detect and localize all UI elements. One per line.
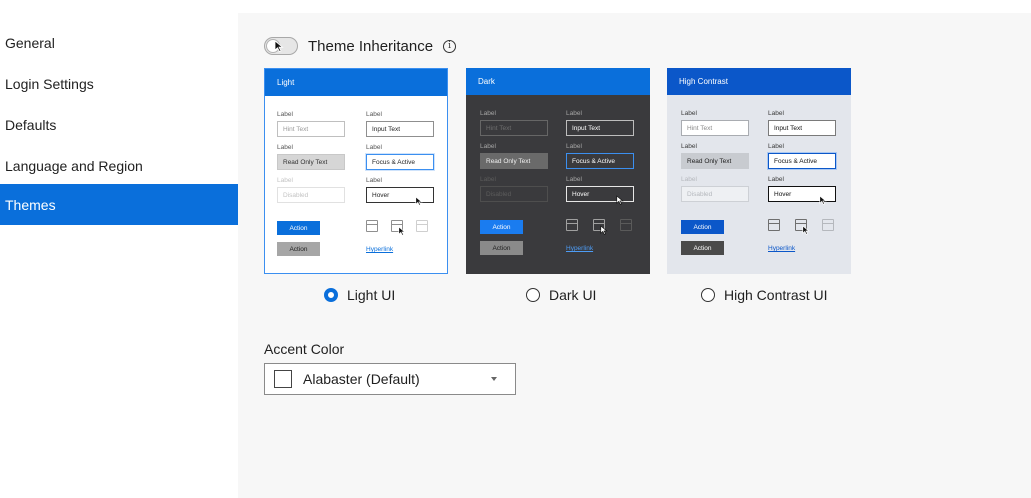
theme-preview: Label Label Hint Text Input Text Label L… (667, 95, 851, 274)
info-icon[interactable]: i (443, 39, 457, 53)
preview-input-field: Input Text (768, 120, 836, 136)
theme-option-dark[interactable]: Dark UI (526, 287, 596, 303)
preview-label: Label (681, 143, 697, 150)
themes-panel: Theme Inheritance i Light Label Label Hi… (238, 13, 1031, 498)
preview-disabled-field: Disabled (277, 187, 345, 203)
mouse-pointer-icon (819, 195, 827, 205)
card-title: High Contrast (667, 68, 851, 95)
preview-label: Label (681, 176, 697, 183)
preview-disabled-field: Disabled (681, 186, 749, 202)
theme-inheritance-row: Theme Inheritance i (264, 37, 457, 55)
preview-label: Label (768, 110, 784, 117)
preview-secondary-action: Action (681, 241, 724, 255)
theme-inheritance-toggle[interactable] (264, 37, 298, 55)
preview-hint-field: Hint Text (681, 120, 749, 136)
preview-focus-field: Focus & Active (366, 154, 434, 170)
sidebar-item-general[interactable]: General (0, 22, 238, 63)
theme-option-light[interactable]: Light UI (324, 287, 395, 303)
calendar-icon (620, 219, 632, 231)
preview-hyperlink: Hyperlink (768, 245, 796, 252)
preview-hint-field: Hint Text (277, 121, 345, 137)
preview-label: Label (566, 143, 582, 150)
radio-button-high-contrast[interactable] (701, 288, 715, 302)
preview-input-field: Input Text (566, 120, 634, 136)
preview-focus-field: Focus & Active (768, 153, 836, 169)
preview-focus-field: Focus & Active (566, 153, 634, 169)
theme-preview: Label Label Hint Text Input Text Label L… (466, 95, 650, 274)
calendar-icon (566, 219, 578, 231)
sidebar-item-themes[interactable]: Themes (0, 184, 238, 225)
preview-input-field: Input Text (366, 121, 434, 137)
mouse-pointer-icon (274, 40, 284, 52)
accent-color-label: Accent Color (264, 341, 345, 357)
sidebar-item-language-and-region[interactable]: Language and Region (0, 145, 238, 186)
preview-label: Label (566, 110, 582, 117)
preview-label: Label (366, 144, 382, 151)
preview-hyperlink: Hyperlink (566, 245, 594, 252)
preview-primary-action: Action (277, 221, 320, 235)
radio-button-dark[interactable] (526, 288, 540, 302)
theme-preview: Label Label Hint Text Input Text Label L… (265, 96, 449, 275)
preview-label: Label (366, 111, 382, 118)
preview-label: Label (277, 111, 293, 118)
theme-card-dark[interactable]: Dark Label Label Hint Text Input Text La… (466, 68, 650, 274)
mouse-pointer-icon (415, 196, 423, 206)
preview-label: Label (277, 144, 293, 151)
preview-read-only-field: Read Only Text (277, 154, 345, 170)
mouse-pointer-icon (600, 225, 608, 235)
preview-hint-field: Hint Text (480, 120, 548, 136)
preview-label: Label (768, 176, 784, 183)
radio-label: Dark UI (549, 287, 597, 303)
preview-label: Label (566, 176, 582, 183)
mouse-pointer-icon (802, 225, 810, 235)
calendar-icon (416, 220, 428, 232)
accent-color-select[interactable]: Alabaster (Default) (264, 363, 516, 395)
preview-primary-action: Action (681, 220, 724, 234)
preview-label: Label (681, 110, 697, 117)
sidebar-item-defaults[interactable]: Defaults (0, 104, 238, 145)
card-title: Dark (466, 68, 650, 95)
mouse-pointer-icon (398, 226, 406, 236)
radio-button-light[interactable] (324, 288, 338, 302)
preview-label: Label (480, 176, 496, 183)
preview-secondary-action: Action (480, 241, 523, 255)
preview-label: Label (366, 177, 382, 184)
preview-label: Label (277, 177, 293, 184)
card-title: Light (265, 69, 447, 96)
mouse-pointer-icon (616, 195, 624, 205)
calendar-icon (366, 220, 378, 232)
preview-read-only-field: Read Only Text (681, 153, 749, 169)
radio-label: High Contrast UI (724, 287, 828, 303)
accent-color-value: Alabaster (Default) (303, 371, 420, 387)
sidebar-item-login-settings[interactable]: Login Settings (0, 63, 238, 104)
preview-label: Label (768, 143, 784, 150)
theme-inheritance-label: Theme Inheritance (308, 37, 434, 55)
color-swatch (274, 370, 292, 388)
chevron-down-icon (491, 377, 497, 381)
radio-label: Light UI (347, 287, 396, 303)
preview-primary-action: Action (480, 220, 523, 234)
calendar-icon (768, 219, 780, 231)
preview-hover-field: Hover (366, 187, 434, 203)
theme-card-high-contrast[interactable]: High Contrast Label Label Hint Text Inpu… (667, 68, 851, 274)
theme-card-light[interactable]: Light Label Label Hint Text Input Text L… (264, 68, 448, 274)
preview-label: Label (480, 143, 496, 150)
theme-option-high-contrast[interactable]: High Contrast UI (701, 287, 827, 303)
preview-hyperlink: Hyperlink (366, 246, 394, 253)
preview-read-only-field: Read Only Text (480, 153, 548, 169)
settings-sidebar: General Login Settings Defaults Language… (0, 0, 238, 498)
calendar-icon (822, 219, 834, 231)
preview-secondary-action: Action (277, 242, 320, 256)
preview-disabled-field: Disabled (480, 186, 548, 202)
preview-label: Label (480, 110, 496, 117)
